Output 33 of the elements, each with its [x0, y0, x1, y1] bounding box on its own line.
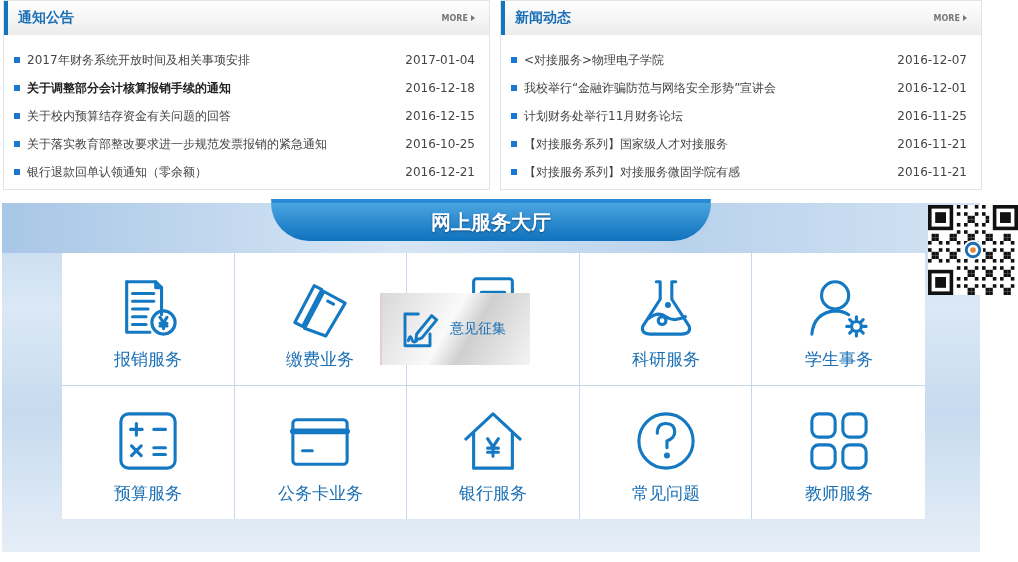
panel-title: 通知公告	[18, 9, 74, 27]
news-link[interactable]: <对接服务>物理电子学院	[524, 51, 890, 69]
news-link[interactable]: 2017年财务系统开放时间及相关事项安排	[27, 51, 398, 69]
news-date: 2016-11-21	[897, 165, 967, 179]
news-link[interactable]: 【对接服务系列】对接服务微固学院有感	[524, 163, 890, 181]
news-link[interactable]: 关于校内预算结存资金有关问题的回答	[27, 107, 398, 125]
more-link[interactable]: MORE	[441, 13, 475, 23]
news-date: 2016-12-01	[897, 81, 967, 95]
news-date: 2016-10-25	[405, 137, 475, 151]
news-link[interactable]: 关于调整部分会计核算报销手续的通知	[27, 79, 398, 97]
news-link[interactable]: 银行退款回单认领通知（零余额）	[27, 163, 398, 181]
news-date: 2016-11-21	[897, 137, 967, 151]
news-date: 2016-12-15	[405, 109, 475, 123]
news-link[interactable]: 我校举行“金融诈骗防范与网络安全形势”宣讲会	[524, 79, 890, 97]
more-link[interactable]: MORE	[933, 13, 967, 23]
news-date: 2017-01-04	[405, 53, 475, 67]
service-tile[interactable]: 预算服务	[62, 386, 235, 519]
service-tile[interactable]: 学生事务	[752, 253, 925, 386]
news-link[interactable]: 【对接服务系列】国家级人才对接服务	[524, 135, 890, 153]
feedback-button[interactable]: 意见征集	[380, 293, 530, 365]
news-date: 2016-12-07	[897, 53, 967, 67]
service-tile[interactable]: 常见问题	[579, 386, 753, 519]
news-date: 2016-11-25	[897, 109, 967, 123]
service-tile[interactable]: 教师服务	[752, 386, 925, 519]
service-tile[interactable]: 报销服务	[62, 253, 235, 386]
news-date: 2016-12-18	[405, 81, 475, 95]
news-link[interactable]: 关于落实教育部整改要求进一步规范发票报销的紧急通知	[27, 135, 398, 153]
service-tile[interactable]: 公务卡业务	[234, 386, 408, 519]
panel-title: 新闻动态	[515, 9, 571, 27]
news-date: 2016-12-21	[405, 165, 475, 179]
service-tile[interactable]: 科研服务	[579, 253, 753, 386]
service-tile[interactable]: 银行服务	[407, 386, 580, 519]
news-link[interactable]: 计划财务处举行11月财务论坛	[524, 107, 890, 125]
